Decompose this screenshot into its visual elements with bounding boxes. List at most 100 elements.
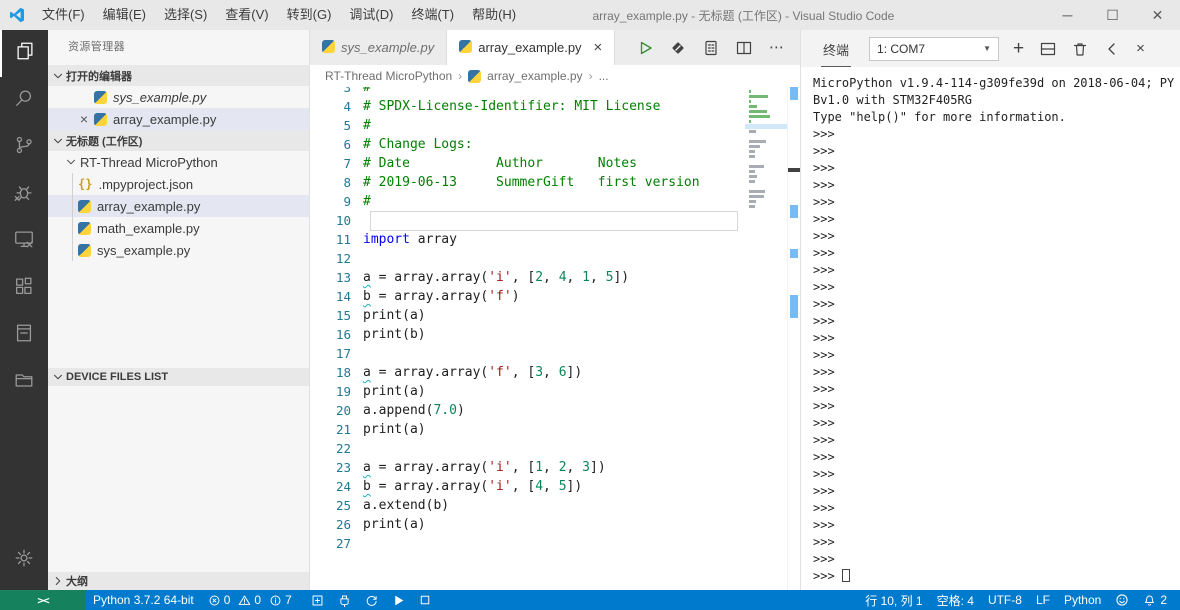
debug-icon <box>13 181 35 208</box>
line-number: 25 <box>335 498 351 513</box>
flash-device-icon[interactable] <box>670 40 686 56</box>
terminal-output[interactable]: MicroPython v1.9.4-114-g309fe39d on 2018… <box>801 67 1180 590</box>
remote-indicator[interactable]: >< <box>0 590 86 610</box>
code-line: 10 <box>310 211 800 231</box>
line-number: 18 <box>335 365 351 380</box>
code-line: 7 # Date Author Notes <box>310 154 800 173</box>
activity-item-notes[interactable] <box>0 312 48 359</box>
warning-icon <box>238 594 251 607</box>
problems-indicator[interactable]: 0 0 7 <box>201 590 304 610</box>
menu-item-7[interactable]: 帮助(H) <box>463 7 525 22</box>
code-line: 27 <box>310 534 800 553</box>
breadcrumb[interactable]: RT-Thread MicroPython › array_example.py… <box>310 65 800 87</box>
indent-guide <box>72 173 73 261</box>
workspace-header[interactable]: 无标题 (工作区) <box>48 130 309 151</box>
overview-ruler-marker <box>790 87 798 100</box>
tab-array-example[interactable]: array_example.py × <box>447 30 616 65</box>
activity-item-folder[interactable] <box>0 359 48 406</box>
cursor-position[interactable]: 行 10, 列 1 <box>858 590 929 610</box>
more-actions-icon[interactable]: ⋯ <box>769 40 784 55</box>
open-editor-item[interactable]: × array_example.py <box>48 108 309 130</box>
line-number: 27 <box>335 536 351 551</box>
menu-bar: 文件(F) 编辑(E) 选择(S) 查看(V) 转到(G) 调试(D) 终端(T) 帮助(H) <box>33 0 525 30</box>
activity-item-remote[interactable] <box>0 218 48 265</box>
tree-item[interactable]: array_example.py <box>48 195 309 217</box>
open-editor-item[interactable]: sys_example.py <box>48 86 309 108</box>
activity-item-debug[interactable] <box>0 171 48 218</box>
move-panel-icon[interactable] <box>1104 41 1120 57</box>
run-button[interactable] <box>385 590 412 610</box>
terminal-selector[interactable]: 1: COM7 ▼ <box>869 36 1000 61</box>
terminal-panel: 终端 1: COM7 ▼ + × MicroPython v1.9.4-114-… <box>800 30 1180 590</box>
menu-item-5[interactable]: 调试(D) <box>340 7 402 22</box>
tree-item[interactable]: {} .mpyproject.json <box>48 173 309 195</box>
plus-box-icon <box>311 594 324 607</box>
tree-item[interactable]: math_example.py <box>48 217 309 239</box>
vscode-window: 文件(F) 编辑(E) 选择(S) 查看(V) 转到(G) 调试(D) 终端(T) 帮助(H)… <box>0 0 1180 610</box>
settings-button[interactable] <box>0 537 48 584</box>
menu-item-4[interactable]: 转到(G) <box>278 7 341 22</box>
feedback-button[interactable] <box>1108 590 1136 610</box>
close-panel-icon[interactable]: × <box>1136 41 1145 56</box>
close-tab-icon[interactable]: × <box>594 39 603 56</box>
minimap[interactable] <box>745 89 787 214</box>
split-terminal-icon[interactable] <box>1040 41 1056 57</box>
indentation[interactable]: 空格: 4 <box>930 590 981 610</box>
code-line: 14 b = array.array('f') <box>310 287 800 306</box>
terminal-line: >>> <box>813 195 835 209</box>
new-project-button[interactable] <box>304 590 331 610</box>
overview-ruler-marker <box>788 168 800 172</box>
stop-button[interactable] <box>412 590 438 610</box>
device-files-header[interactable]: DEVICE FILES LIST <box>48 368 309 386</box>
terminal-line: >>> <box>813 331 835 345</box>
sync-button[interactable] <box>358 590 385 610</box>
error-icon <box>208 594 221 607</box>
terminal-tab[interactable]: 终端 <box>821 31 852 67</box>
notifications-bell[interactable]: 2 <box>1136 590 1174 610</box>
run-file-icon[interactable] <box>637 40 653 56</box>
activity-item-extensions[interactable] <box>0 265 48 312</box>
menu-item-3[interactable]: 查看(V) <box>216 7 277 22</box>
code-lines: 3 #4 # SPDX-License-Identifier: MIT Licens… <box>310 87 800 553</box>
chevron-down-icon <box>51 370 65 384</box>
terminal-line: >>> <box>813 348 835 362</box>
line-number: 11 <box>335 232 351 247</box>
code-line: 5 # <box>310 116 800 135</box>
minimize-button[interactable]: ─ <box>1045 0 1090 30</box>
language-mode[interactable]: Python <box>1057 590 1108 610</box>
encoding[interactable]: UTF-8 <box>981 590 1029 610</box>
menu-item-0[interactable]: 文件(F) <box>33 7 94 22</box>
maximize-button[interactable]: ☐ <box>1090 0 1135 30</box>
new-terminal-icon[interactable]: + <box>1013 39 1024 58</box>
activity-item-source-control[interactable] <box>0 124 48 171</box>
activity-item-explorer[interactable] <box>0 30 48 77</box>
activity-bar <box>0 30 48 590</box>
info-icon <box>269 594 282 607</box>
close-icon[interactable]: × <box>74 108 94 130</box>
close-window-button[interactable]: ✕ <box>1135 0 1180 30</box>
eol-sequence[interactable]: LF <box>1029 590 1057 610</box>
terminal-line: Type "help()" for more information. <box>813 110 1066 124</box>
activity-item-search[interactable] <box>0 77 48 124</box>
tab-sys-example[interactable]: sys_example.py <box>310 30 448 65</box>
build-firmware-icon[interactable] <box>703 40 719 56</box>
kill-terminal-icon[interactable] <box>1072 41 1088 57</box>
python-file-icon <box>78 243 91 257</box>
code-editor[interactable]: 3 #4 # SPDX-License-Identifier: MIT Licens… <box>310 87 800 590</box>
smiley-icon <box>1115 593 1129 607</box>
python-interpreter[interactable]: Python 3.7.2 64-bit <box>86 590 201 610</box>
stop-icon <box>419 594 431 606</box>
menu-item-1[interactable]: 编辑(E) <box>94 7 155 22</box>
tree-item[interactable]: RT-Thread MicroPython <box>48 151 309 173</box>
open-editors-header[interactable]: 打开的编辑器 <box>48 65 309 86</box>
outline-header[interactable]: 大纲 <box>48 572 309 590</box>
menu-item-6[interactable]: 终端(T) <box>402 7 463 22</box>
line-number: 10 <box>335 213 351 228</box>
tree-item[interactable]: sys_example.py <box>48 239 309 261</box>
split-editor-icon[interactable] <box>736 40 752 56</box>
usb-connect-button[interactable] <box>331 590 358 610</box>
json-file-icon: {} <box>78 177 93 191</box>
menu-item-2[interactable]: 选择(S) <box>155 7 216 22</box>
code-line: 3 # <box>310 87 800 97</box>
breadcrumb-separator: › <box>588 69 593 83</box>
